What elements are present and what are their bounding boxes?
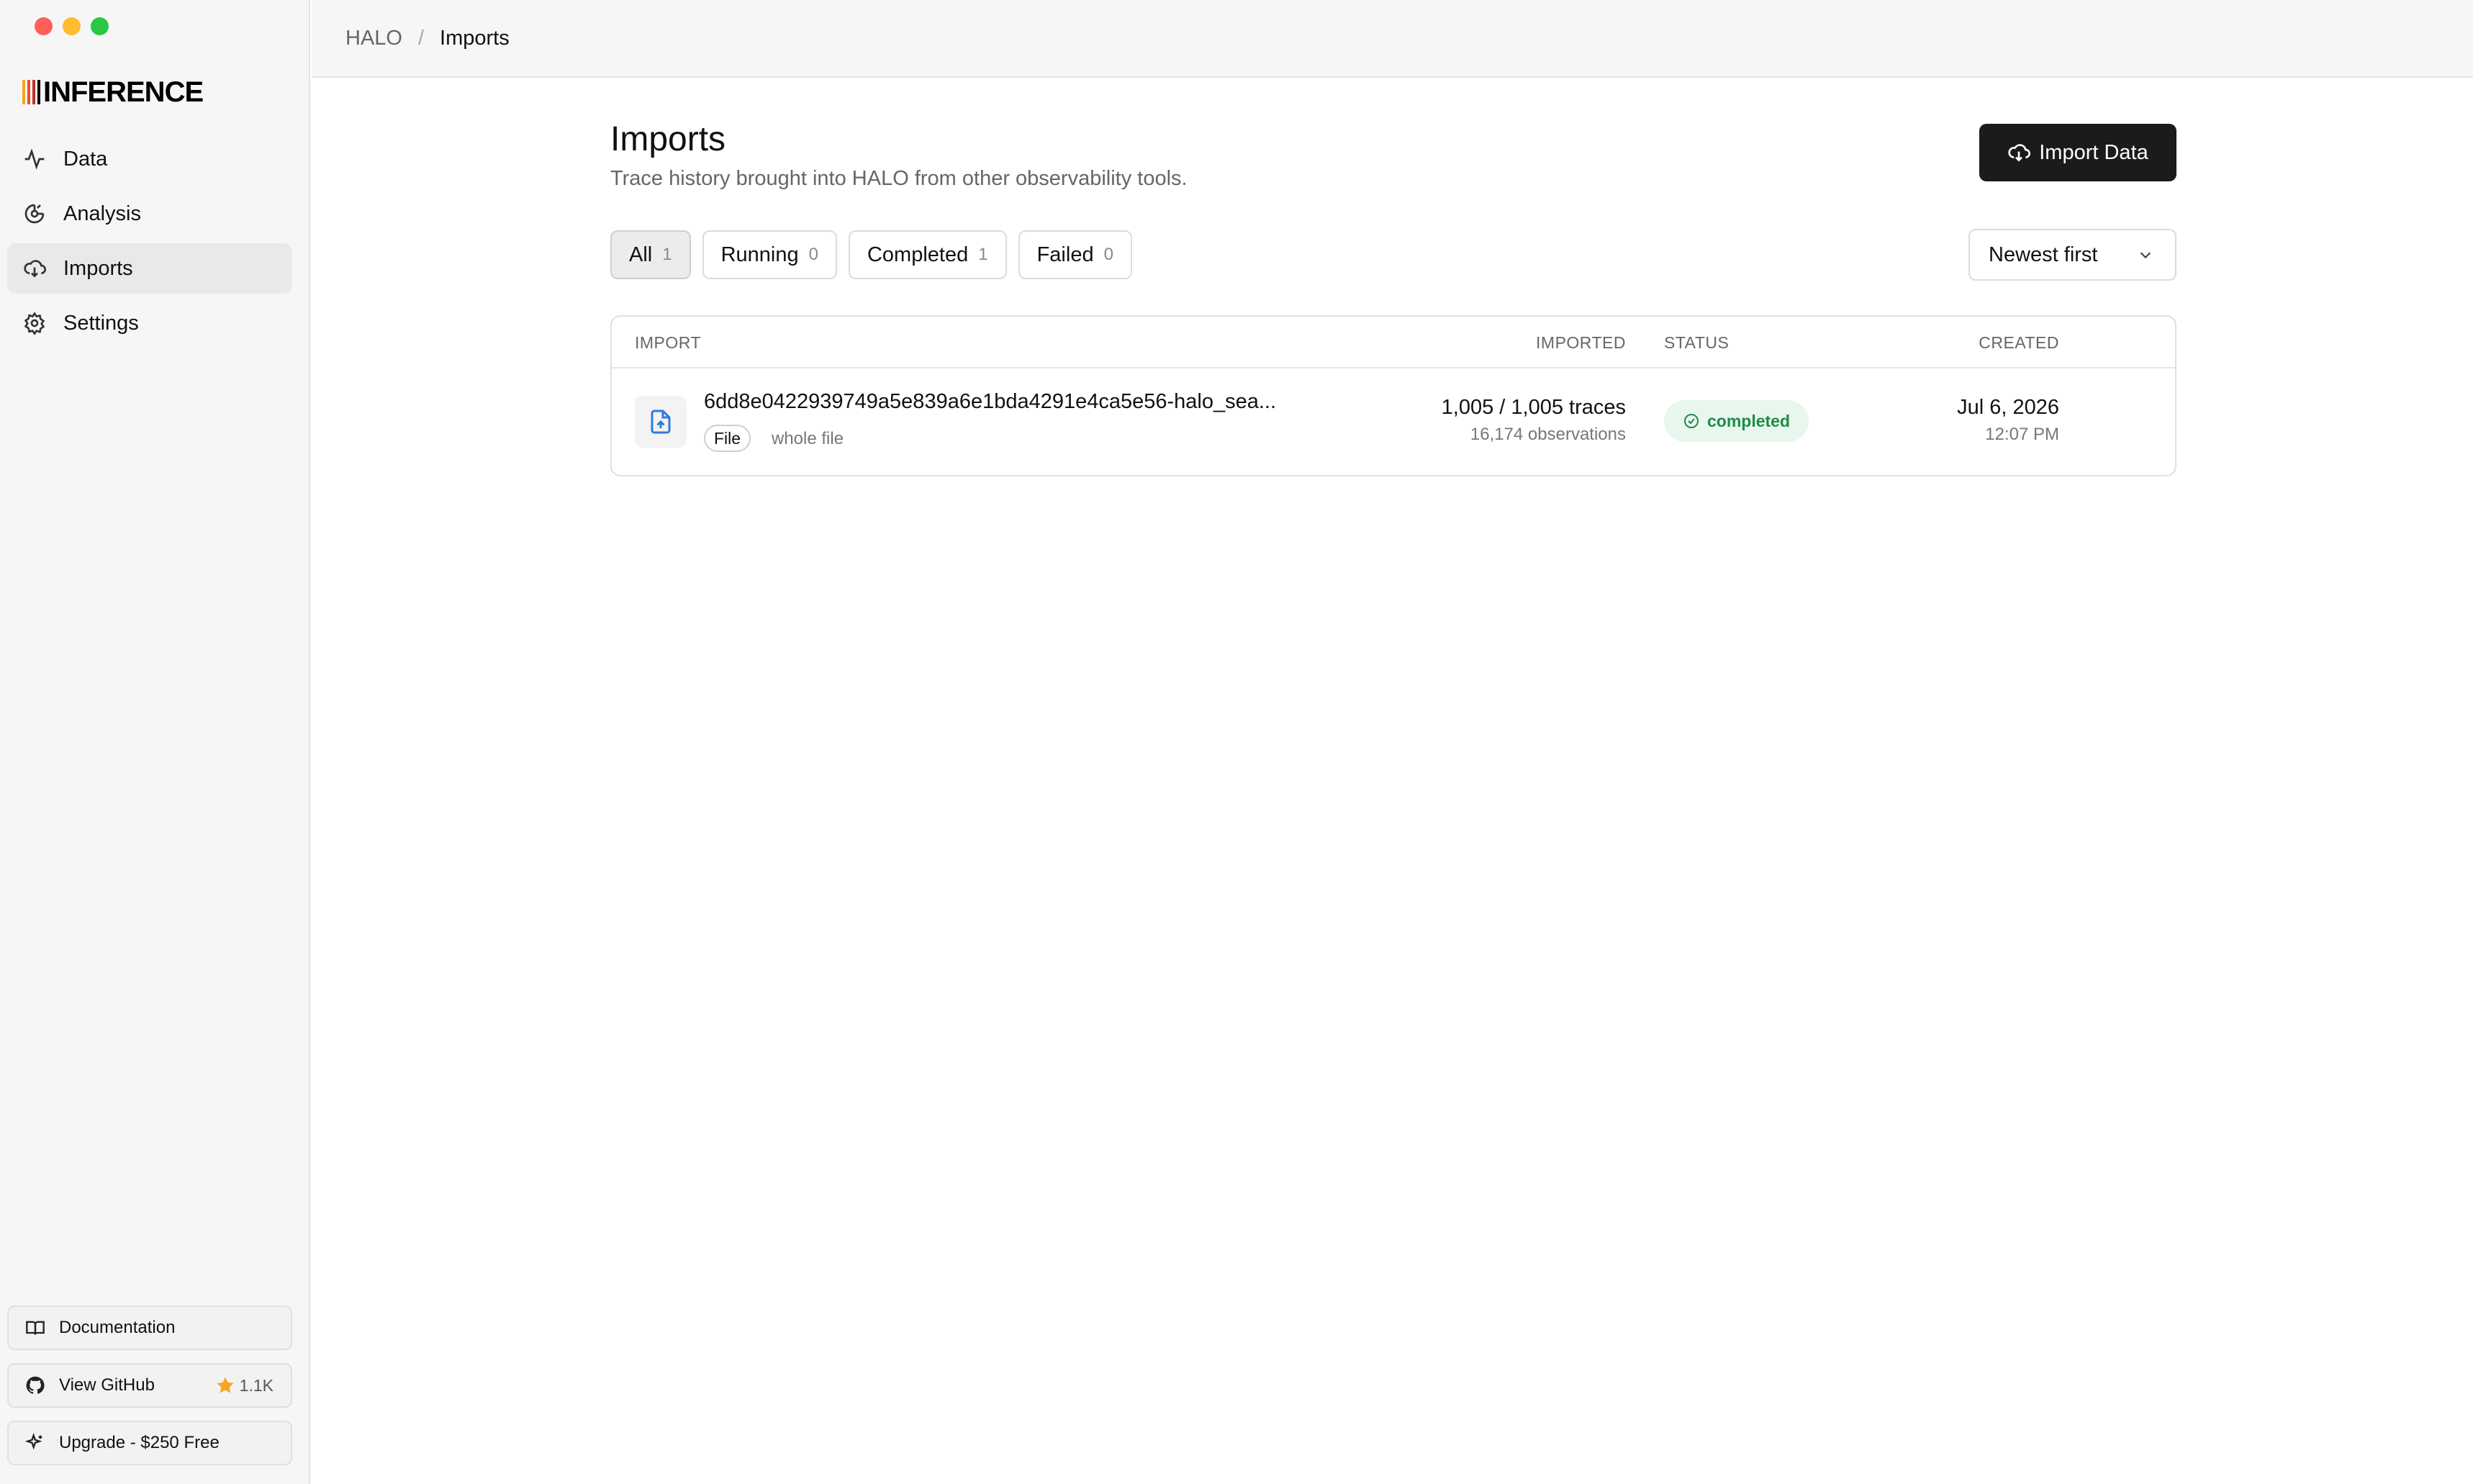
column-header-import[interactable]: IMPORT [635,333,701,353]
close-window-button[interactable] [35,17,53,35]
logo-bar [27,80,30,104]
filter-label: Completed [867,243,969,266]
sidebar-item-analysis[interactable]: Analysis [7,189,292,239]
top-bar: HALO / Imports [312,0,2473,78]
breadcrumb-separator: / [417,26,425,50]
upgrade-button[interactable]: Upgrade - $250 Free [7,1421,292,1465]
sidebar: INFERENCE Data Analysis Imports Settings [0,0,310,1484]
filter-failed[interactable]: Failed 0 [1018,230,1132,279]
github-stars-count: 1.1K [239,1375,273,1395]
github-icon [24,1375,46,1396]
imported-traces: 1,005 / 1,005 traces [1441,396,1626,419]
view-github-label: View GitHub [59,1375,155,1395]
filter-label: All [629,243,653,266]
window-controls [35,17,109,35]
cloud-download-icon [22,255,48,281]
sidebar-item-label: Settings [63,311,139,335]
created-time: 12:07 PM [1985,425,2059,444]
analysis-icon [22,201,48,227]
gear-icon [22,310,48,336]
column-header-status[interactable]: STATUS [1664,333,1729,353]
import-data-label: Import Data [2039,140,2148,164]
column-header-imported[interactable]: IMPORTED [1536,333,1626,353]
status-badge: completed [1664,400,1809,442]
app-logo[interactable]: INFERENCE [22,76,204,108]
book-icon [24,1317,46,1339]
filter-count: 1 [978,245,988,264]
sidebar-item-data[interactable]: Data [7,134,292,184]
filter-label: Failed [1036,243,1094,266]
sort-select[interactable]: Newest first [1968,229,2176,281]
logo-bars-icon [22,80,40,104]
breadcrumb-current: Imports [440,26,510,50]
sidebar-item-settings[interactable]: Settings [7,298,292,348]
imported-observations: 16,174 observations [1470,425,1626,444]
github-stars: 1.1K [215,1375,273,1395]
filter-all[interactable]: All 1 [610,230,691,279]
cloud-download-icon [2008,144,2031,162]
logo-bar [22,80,25,104]
upgrade-label: Upgrade - $250 Free [59,1433,220,1452]
zoom-window-button[interactable] [91,17,109,35]
import-file-name[interactable]: 6dd8e0422939749a5e839a6e1bda4291e4ca5e56… [704,390,1276,414]
table-header: IMPORT IMPORTED STATUS CREATED [612,317,2175,368]
sidebar-item-imports[interactable]: Imports [7,243,292,294]
chevron-down-icon [2140,252,2151,259]
documentation-label: Documentation [59,1318,176,1337]
file-upload-icon [635,396,687,448]
table-row[interactable]: 6dd8e0422939749a5e839a6e1bda4291e4ca5e56… [612,368,2175,475]
status-label: completed [1707,411,1791,430]
filter-count: 0 [1103,245,1113,264]
import-data-button[interactable]: Import Data [1979,124,2176,181]
activity-icon [22,146,48,172]
sidebar-nav: Data Analysis Imports Settings [7,134,292,353]
column-header-created[interactable]: CREATED [1979,333,2059,353]
filter-label: Running [720,243,799,266]
star-icon [217,1377,234,1393]
filter-count: 1 [662,245,672,264]
logo-bar [37,80,40,104]
page-subtitle: Trace history brought into HALO from oth… [610,167,1188,190]
sparkle-icon [24,1432,46,1454]
sort-selected-label: Newest first [1989,243,2098,266]
source-tag: File [704,425,751,452]
sidebar-item-label: Analysis [63,202,141,225]
filter-completed[interactable]: Completed 1 [848,230,1007,279]
sidebar-item-label: Data [63,147,108,171]
logo-text: INFERENCE [43,76,204,108]
minimize-window-button[interactable] [63,17,81,35]
logo-bar [32,80,35,104]
sidebar-item-label: Imports [63,256,133,280]
status-filter-tabs: All 1 Running 0 Completed 1 Failed 0 [610,230,1132,279]
check-circle-icon [1684,414,1699,428]
view-github-button[interactable]: View GitHub 1.1K [7,1363,292,1408]
filter-running[interactable]: Running 0 [702,230,837,279]
filter-count: 0 [808,245,818,264]
breadcrumb: HALO / Imports [345,27,510,50]
breadcrumb-root[interactable]: HALO [345,27,402,50]
documentation-button[interactable]: Documentation [7,1306,292,1350]
import-scope: whole file [772,429,844,448]
created-date: Jul 6, 2026 [1957,396,2059,419]
page-title: Imports [610,120,726,158]
imports-table: IMPORT IMPORTED STATUS CREATED 6dd8e0422… [610,315,2176,476]
